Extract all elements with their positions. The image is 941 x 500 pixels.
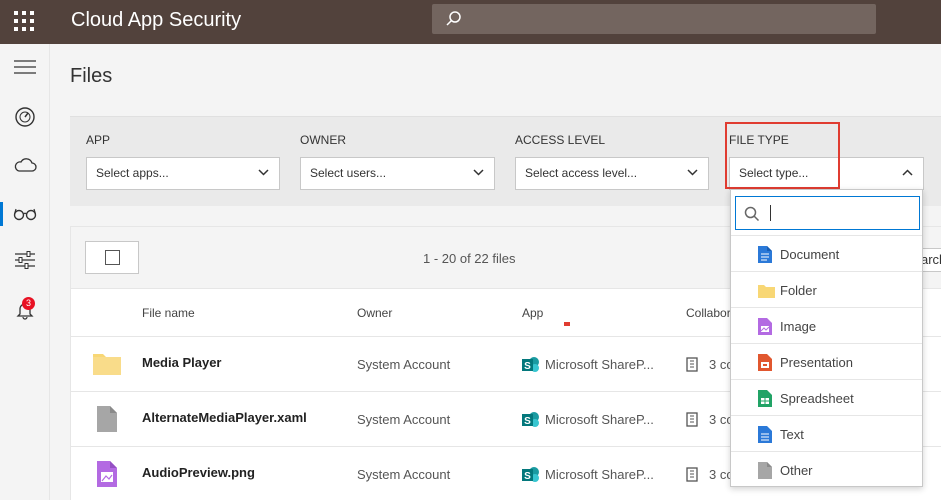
- building-icon: [686, 412, 698, 427]
- waffle-icon[interactable]: [14, 11, 34, 31]
- access-level-filter-select[interactable]: Select access level...: [515, 157, 709, 190]
- file-type-option-image[interactable]: Image: [731, 307, 922, 343]
- text-icon: [758, 426, 772, 443]
- left-nav-rail: 3: [0, 44, 50, 500]
- chevron-down-icon: [687, 169, 698, 176]
- glasses-investigate-icon[interactable]: [0, 199, 50, 229]
- file-app: Microsoft ShareP...: [545, 412, 654, 427]
- building-icon: [686, 357, 698, 372]
- hamburger-menu-icon[interactable]: [0, 52, 50, 82]
- option-label: Document: [780, 247, 840, 262]
- svg-text:S: S: [524, 471, 531, 482]
- file-name[interactable]: AlternateMediaPlayer.xaml: [142, 410, 307, 425]
- column-header-owner[interactable]: Owner: [357, 306, 392, 320]
- column-header-file-name[interactable]: File name: [142, 306, 195, 320]
- image-file-icon: [97, 461, 117, 487]
- presentation-icon: [758, 354, 772, 371]
- file-type-option-document[interactable]: Document: [731, 235, 922, 271]
- sharepoint-icon: S: [522, 357, 539, 372]
- file-name[interactable]: Media Player: [142, 355, 222, 370]
- folder-icon: [758, 285, 775, 298]
- option-label: Folder: [780, 283, 817, 298]
- access-level-filter-label: ACCESS LEVEL: [515, 133, 606, 147]
- file-type-filter-select[interactable]: Select type...: [729, 157, 924, 190]
- chevron-up-icon: [902, 169, 913, 176]
- file-type-option-spreadsheet[interactable]: Spreadsheet: [731, 379, 922, 415]
- generic-file-icon: [97, 406, 117, 432]
- file-owner: System Account: [357, 467, 451, 482]
- chevron-down-icon: [258, 169, 269, 176]
- app-filter-select[interactable]: Select apps...: [86, 157, 280, 190]
- other-file-icon: [758, 462, 772, 479]
- app-title[interactable]: Cloud App Security: [71, 8, 241, 32]
- text-cursor: [770, 205, 771, 221]
- select-all-checkbox[interactable]: [85, 241, 139, 274]
- sliders-control-icon[interactable]: [0, 245, 50, 275]
- top-bar: Cloud App Security: [0, 0, 941, 44]
- document-icon: [758, 246, 772, 263]
- file-type-filter-label: FILE TYPE: [729, 133, 789, 147]
- file-type-option-text[interactable]: Text: [731, 415, 922, 451]
- spreadsheet-icon: [758, 390, 772, 407]
- svg-text:S: S: [524, 361, 531, 372]
- svg-text:S: S: [524, 416, 531, 427]
- file-type-option-presentation[interactable]: Presentation: [731, 343, 922, 379]
- file-type-filter-placeholder: Select type...: [739, 166, 809, 180]
- option-label: Text: [780, 427, 804, 442]
- file-owner: System Account: [357, 357, 451, 372]
- alerts-count-badge: 3: [22, 297, 35, 310]
- bell-alerts-icon[interactable]: 3: [0, 295, 50, 325]
- chevron-down-icon: [473, 169, 484, 176]
- search-icon: [446, 11, 461, 26]
- file-app: Microsoft ShareP...: [545, 467, 654, 482]
- option-label: Presentation: [780, 355, 853, 370]
- file-count-text: 1 - 20 of 22 files: [423, 251, 516, 266]
- file-type-option-folder[interactable]: Folder: [731, 271, 922, 307]
- search-icon: [744, 206, 760, 222]
- option-label: Spreadsheet: [780, 391, 854, 406]
- cloud-icon[interactable]: [0, 150, 50, 180]
- access-level-filter-placeholder: Select access level...: [525, 166, 638, 180]
- file-type-search-input[interactable]: [735, 196, 920, 230]
- file-name[interactable]: AudioPreview.png: [142, 465, 255, 480]
- file-type-option-other[interactable]: Other: [731, 451, 922, 487]
- option-label: Image: [780, 319, 817, 334]
- option-label: Other: [780, 463, 813, 478]
- app-filter-label: APP: [86, 133, 111, 147]
- sharepoint-icon: S: [522, 467, 539, 482]
- owner-filter-select[interactable]: Select users...: [300, 157, 495, 190]
- column-header-app[interactable]: App: [522, 306, 543, 320]
- building-icon: [686, 467, 698, 482]
- image-icon: [758, 318, 772, 335]
- sharepoint-icon: S: [522, 412, 539, 427]
- global-search-input[interactable]: [432, 4, 876, 34]
- file-app: Microsoft ShareP...: [545, 357, 654, 372]
- column-header-collaborators[interactable]: Collabor: [686, 306, 731, 320]
- page-title: Files: [70, 65, 113, 87]
- folder-icon: [93, 354, 121, 375]
- owner-filter-placeholder: Select users...: [310, 166, 387, 180]
- app-filter-placeholder: Select apps...: [96, 166, 169, 180]
- file-type-dropdown: Document Folder Image Presentation Sprea…: [730, 189, 923, 487]
- sort-indicator: [564, 322, 570, 326]
- owner-filter-label: OWNER: [300, 133, 346, 147]
- dashboard-gauge-icon[interactable]: [0, 102, 50, 132]
- file-owner: System Account: [357, 412, 451, 427]
